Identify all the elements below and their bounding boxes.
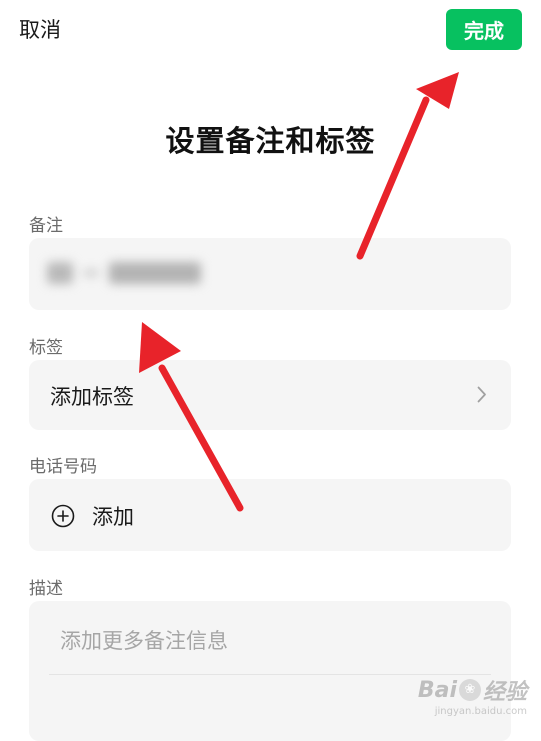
watermark-logo: Bai (417, 677, 457, 703)
add-tag-label: 添加标签 (50, 385, 134, 409)
arrow-to-done-button (356, 72, 459, 260)
phone-label: 电话号码 (29, 457, 97, 477)
chevron-right-icon (477, 386, 487, 407)
description-placeholder: 添加更多备注信息 (60, 629, 228, 653)
description-label: 描述 (29, 579, 63, 599)
done-button[interactable]: 完成 (446, 9, 522, 50)
plus-circle-icon (51, 504, 75, 532)
baidu-jingyan-watermark: Bai ❀ 经验 jingyan.baidu.com (417, 674, 527, 718)
tags-label: 标签 (29, 338, 63, 358)
add-tag-row[interactable]: 添加标签 (29, 360, 511, 430)
remark-value-redacted (47, 262, 201, 284)
watermark-logo-suffix: 经验 (482, 680, 527, 705)
page-title: 设置备注和标签 (165, 124, 376, 158)
cancel-button[interactable]: 取消 (19, 14, 61, 44)
watermark-url: jingyan.baidu.com (434, 706, 527, 717)
remark-label: 备注 (29, 216, 63, 236)
add-phone-label: 添加 (92, 505, 134, 529)
add-phone-row[interactable]: 添加 (29, 479, 511, 551)
description-field[interactable]: 添加更多备注信息 (29, 601, 511, 741)
remark-field[interactable] (29, 238, 511, 310)
paw-icon: ❀ (458, 679, 481, 701)
